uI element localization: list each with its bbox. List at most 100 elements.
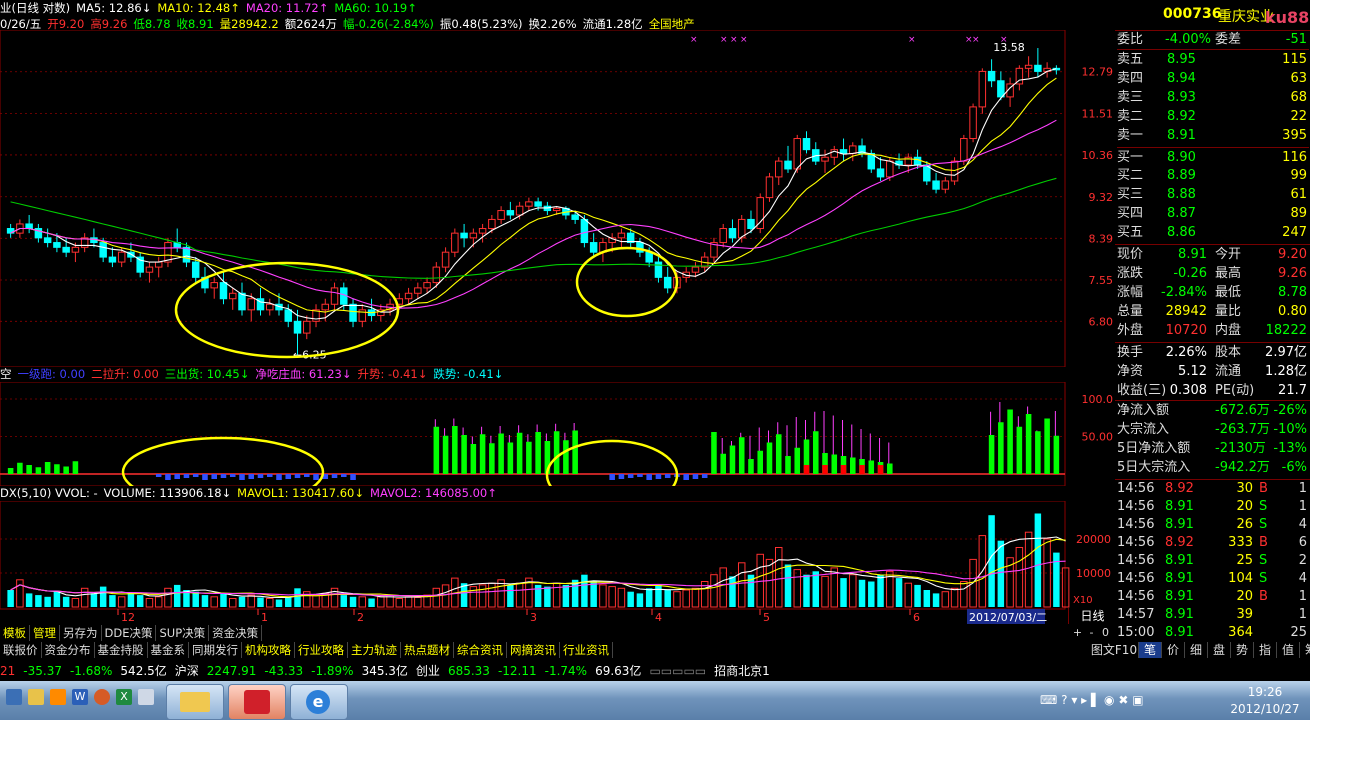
sell-row[interactable]: 卖二 8.92 22 xyxy=(1117,107,1309,126)
candle-body xyxy=(62,246,70,253)
buy-row[interactable]: 买二 8.89 99 xyxy=(1117,166,1309,185)
candle-body xyxy=(191,261,200,278)
tick-side: S xyxy=(1259,517,1268,532)
volume-bar xyxy=(636,593,644,607)
candle-body xyxy=(210,282,218,289)
ohlc-label-1: 开9.20 xyxy=(47,17,85,31)
flow-label: 5日净流入额 xyxy=(1117,441,1191,456)
info-tab-2[interactable]: 基金持股 xyxy=(95,642,148,658)
buy-row[interactable]: 买四 8.87 89 xyxy=(1117,204,1309,223)
tick-row[interactable]: 14:56 8.91 26 S 4 xyxy=(1117,516,1309,534)
sell-row[interactable]: 卖一 8.91 395 xyxy=(1117,126,1309,145)
plot-frame xyxy=(0,30,1066,367)
word-icon[interactable]: W xyxy=(72,689,88,705)
panel-tab-7[interactable]: 筹 xyxy=(1300,642,1310,658)
candle-body xyxy=(330,287,339,305)
candle-body xyxy=(488,218,496,230)
info-tab-1[interactable]: 资金分布 xyxy=(42,642,95,658)
clock-date[interactable]: 2012/10/27 xyxy=(1222,702,1308,716)
candlestick-chart[interactable]: 12.7911.5110.369.328.397.556.8013.58←6.2… xyxy=(0,30,1115,367)
ind1-label-2: 二拉升: 0.00 xyxy=(91,367,159,381)
panel-tab-1[interactable]: 价 xyxy=(1162,642,1185,658)
buy-row[interactable]: 买三 8.88 61 xyxy=(1117,185,1309,204)
candle-body xyxy=(303,320,311,334)
tab-4[interactable]: SUP决策 xyxy=(156,625,210,641)
candle-body xyxy=(497,210,505,220)
info-tab-7[interactable]: 主力轨迹 xyxy=(348,642,401,658)
indicator-red-bar xyxy=(840,465,847,474)
candle-body xyxy=(765,176,774,199)
explorer-taskbar-button[interactable] xyxy=(166,684,224,720)
volume-chart[interactable]: 1000020000X1012 1 2 3 4 5 6 2012/07/03/二 xyxy=(0,501,1115,625)
tick-row[interactable]: 14:56 8.92 333 B 6 xyxy=(1117,534,1309,552)
info-tab-9[interactable]: 综合资讯 xyxy=(454,642,507,658)
tick-row[interactable]: 14:56 8.91 104 S 4 xyxy=(1117,570,1309,588)
folder-icon[interactable] xyxy=(28,689,44,705)
tick-row[interactable]: 14:57 8.91 39 1 xyxy=(1117,606,1309,624)
panel-tab-5[interactable]: 指 xyxy=(1254,642,1277,658)
window-icon[interactable] xyxy=(138,689,154,705)
fund-value: 5.12 xyxy=(1178,364,1207,379)
tick-row[interactable]: 14:56 8.92 30 B 1 xyxy=(1117,480,1309,498)
indicator-green-bar xyxy=(998,422,1004,474)
candle-body xyxy=(932,180,940,190)
ohlc-label-3: 低8.78 xyxy=(133,17,171,31)
panel-tab-4[interactable]: 势 xyxy=(1231,642,1254,658)
tick-row[interactable]: 14:56 8.91 20 S 1 xyxy=(1117,498,1309,516)
tick-list[interactable]: 14:56 8.92 30 B 1 14:56 8.91 20 S 1 14:56 8.91 26 S 4 1… xyxy=(1115,479,1310,644)
indicator-green-bar xyxy=(785,456,791,474)
tab-1[interactable]: 管理 xyxy=(30,625,60,641)
ind2-label-3: MAVOL2: 146085.00↑ xyxy=(370,486,497,500)
info-tab-6[interactable]: 行业攻略 xyxy=(295,642,348,658)
buy-row[interactable]: 买一 8.90 116 xyxy=(1117,147,1309,167)
tab-2[interactable]: 另存为 xyxy=(60,625,102,641)
indicator1-info: 空一级跑: 0.00 二拉升: 0.00 三出货: 10.45↓ 净吃庄血: 61.2… xyxy=(0,367,509,382)
candle-body xyxy=(154,261,163,268)
ie-taskbar-button[interactable]: e xyxy=(290,684,348,720)
candle-body xyxy=(53,242,61,248)
sell-row[interactable]: 卖四 8.94 63 xyxy=(1117,69,1309,88)
panel-tab-2[interactable]: 细 xyxy=(1185,642,1208,658)
candle-body xyxy=(987,70,996,82)
tab-3[interactable]: DDE决策 xyxy=(102,625,157,641)
period-label[interactable]: 日线 xyxy=(1068,608,1116,624)
volume-bar xyxy=(803,574,810,607)
tab-5[interactable]: 资金决策 xyxy=(209,625,263,641)
excel-icon[interactable]: X xyxy=(116,689,132,705)
tick-row[interactable]: 15:00 8.91 364 25 xyxy=(1117,624,1309,642)
panel-tab-3[interactable]: 盘 xyxy=(1208,642,1231,658)
info-tab-0[interactable]: 联报价 xyxy=(0,642,42,658)
candle-body xyxy=(99,242,107,258)
volume-bar xyxy=(238,596,246,607)
tray-icons[interactable]: ⌨ ? ▾ ▸ ▌ ◉ ✖ ▣ xyxy=(1040,693,1144,707)
tick-side: B xyxy=(1259,535,1268,550)
sell-row[interactable]: 卖三 8.93 68 xyxy=(1117,88,1309,107)
stat-value: 8.91 xyxy=(1178,247,1207,262)
candle-body xyxy=(534,201,542,207)
firefox-icon[interactable] xyxy=(94,689,110,705)
info-tab-5[interactable]: 机构攻略 xyxy=(242,642,295,658)
show-desktop-icon[interactable] xyxy=(6,689,22,705)
panel-tab-0[interactable]: 笔 xyxy=(1139,642,1162,658)
buy-row[interactable]: 买五 8.86 247 xyxy=(1117,223,1309,242)
indicator1-chart[interactable]: 100.0 50.00 xyxy=(0,382,1115,486)
media-icon[interactable] xyxy=(50,689,66,705)
stock-app-taskbar-button[interactable] xyxy=(228,684,286,720)
panel-tab-6[interactable]: 值 xyxy=(1277,642,1300,658)
tick-row[interactable]: 14:56 8.91 20 B 1 xyxy=(1117,588,1309,606)
sell-row[interactable]: 卖五 8.95 115 xyxy=(1117,50,1309,69)
info-tab-10[interactable]: 网摘资讯 xyxy=(507,642,560,658)
tick-row[interactable]: 14:56 8.91 25 S 2 xyxy=(1117,552,1309,570)
info-tab-11[interactable]: 行业资讯 xyxy=(560,642,613,658)
f10-tab[interactable]: 图文F10 xyxy=(1090,642,1139,658)
clock-time[interactable]: 19:26 xyxy=(1230,685,1300,699)
tick-time: 14:57 xyxy=(1117,607,1155,622)
info-tab-3[interactable]: 基金系 xyxy=(148,642,189,658)
status-item-1: -35.37 xyxy=(23,664,62,678)
stat-value: 28942 xyxy=(1165,304,1207,319)
volume-bar xyxy=(923,590,931,607)
info-tab-8[interactable]: 热点题材 xyxy=(401,642,454,658)
tab-0[interactable]: 模板 xyxy=(0,625,30,641)
info-tab-4[interactable]: 同期发行 xyxy=(189,642,242,658)
order-book: 委比 -4.00% 委差 -51 卖五 8.95 115 卖四 8.94 63 卖三 8.93 68 卖二… xyxy=(1115,30,1310,242)
